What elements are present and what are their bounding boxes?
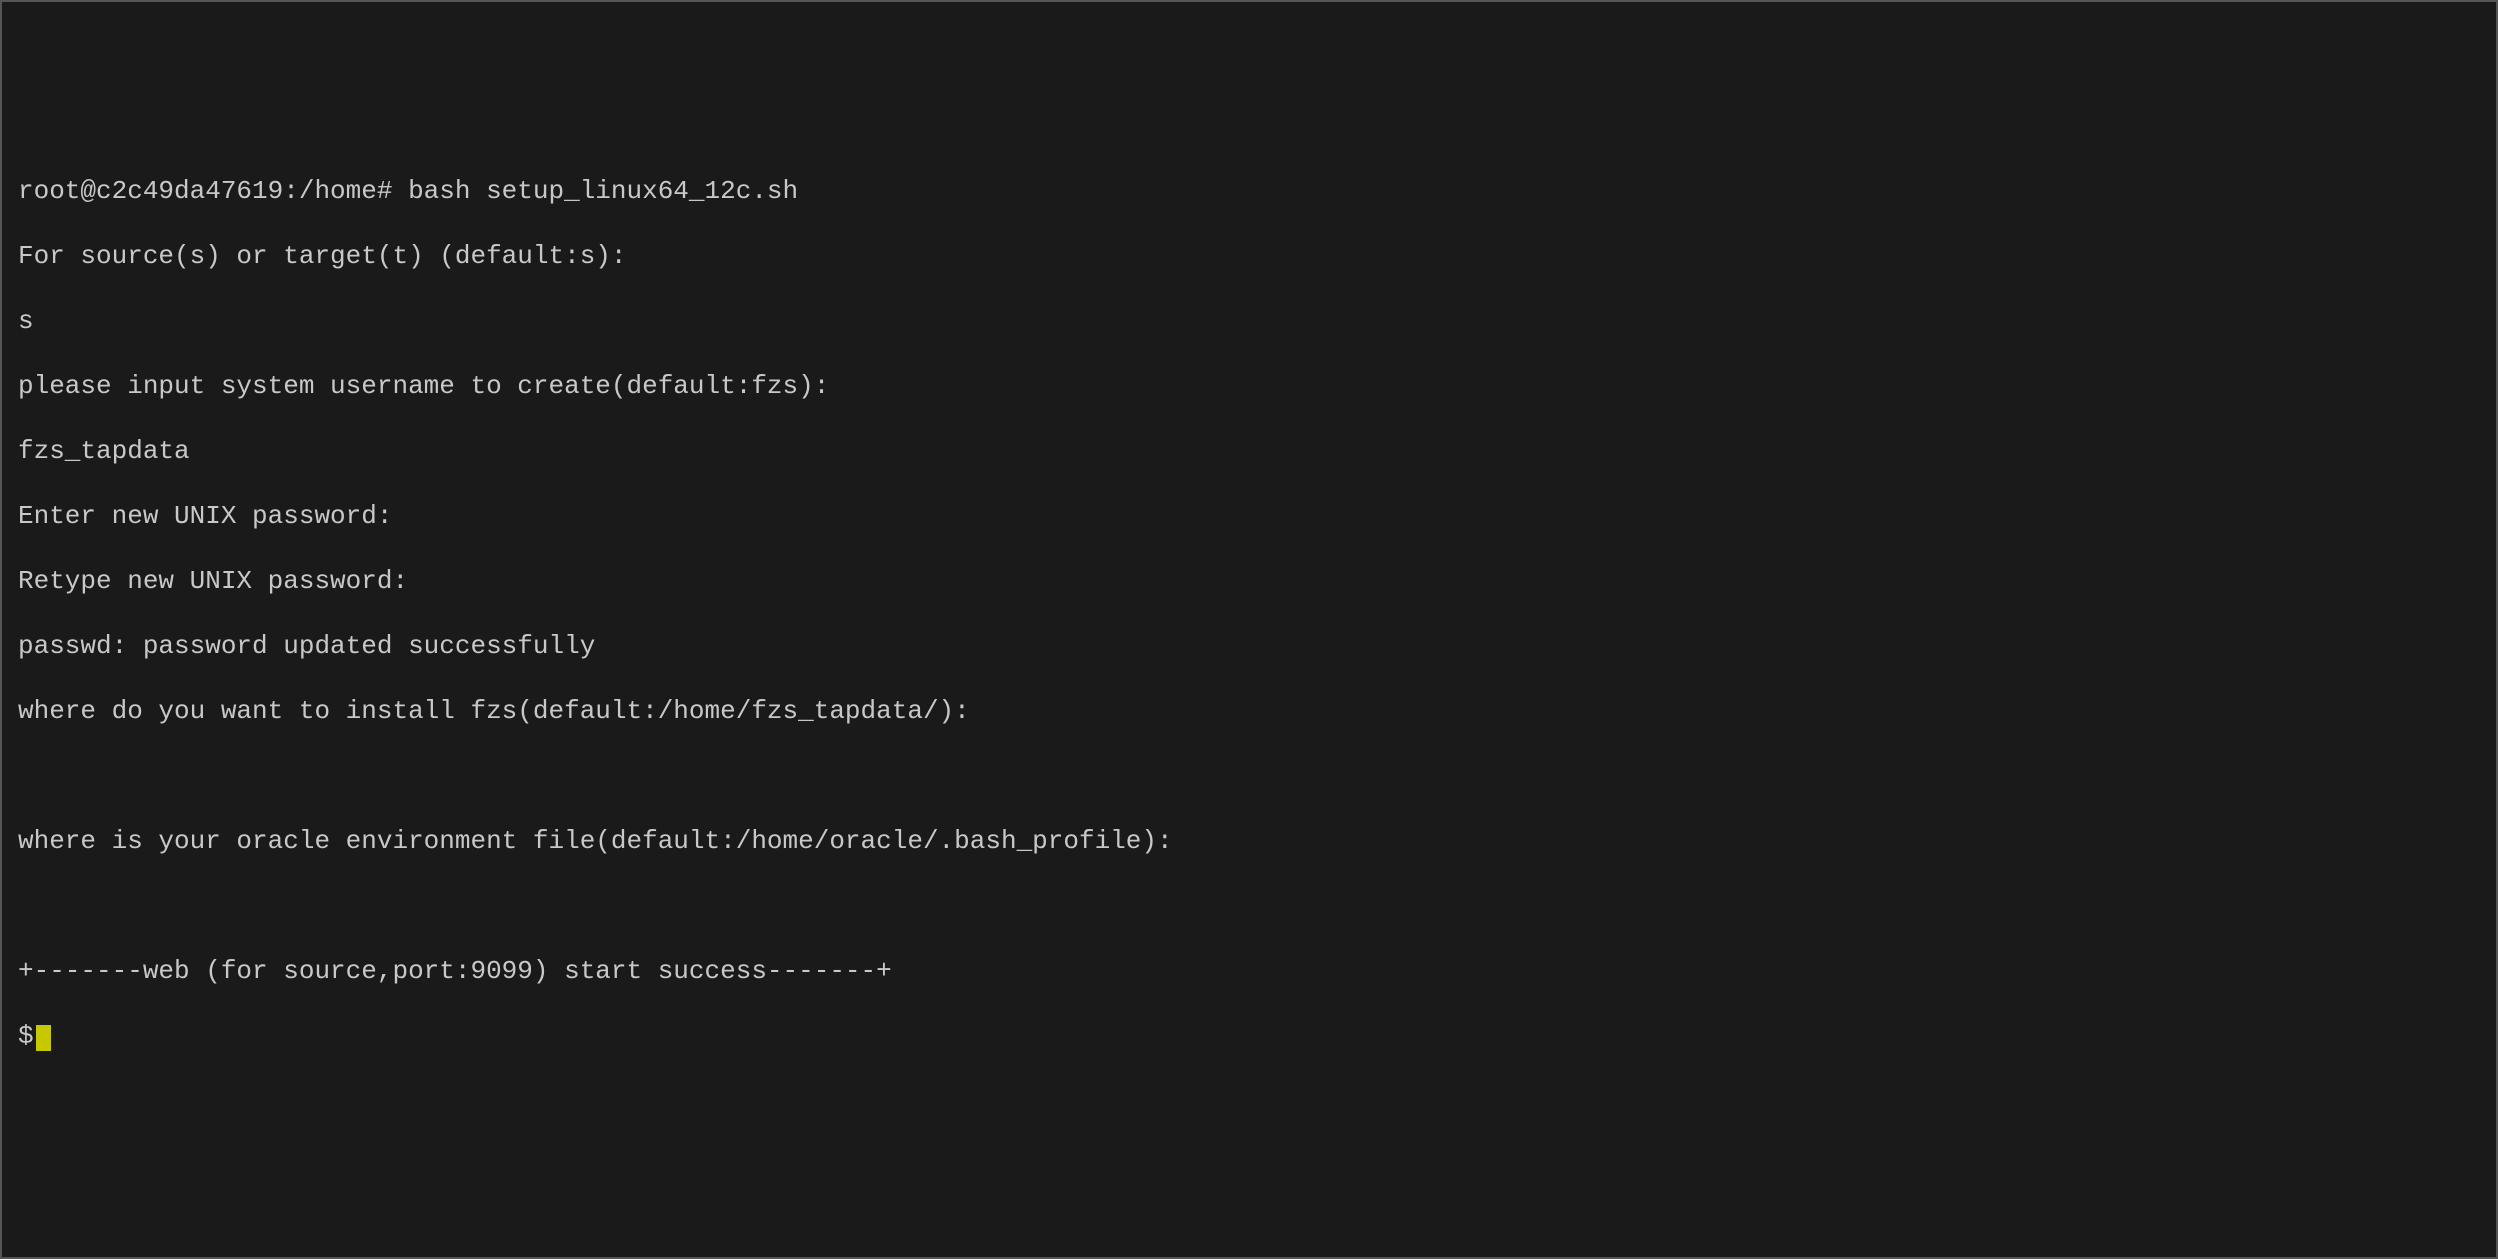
terminal-line: s bbox=[18, 305, 2480, 338]
cursor-icon bbox=[36, 1025, 52, 1051]
terminal-line bbox=[18, 760, 2480, 793]
terminal-line: root@c2c49da47619:/home# bash setup_linu… bbox=[18, 175, 2480, 208]
terminal-line: For source(s) or target(t) (default:s): bbox=[18, 240, 2480, 273]
terminal-line: Retype new UNIX password: bbox=[18, 565, 2480, 598]
terminal-line: where do you want to install fzs(default… bbox=[18, 695, 2480, 728]
terminal-line bbox=[18, 890, 2480, 923]
terminal-window[interactable]: root@c2c49da47619:/home# bash setup_linu… bbox=[4, 136, 2494, 1091]
terminal-line: fzs_tapdata bbox=[18, 435, 2480, 468]
terminal-line: +-------web (for source,port:9099) start… bbox=[18, 955, 2480, 988]
terminal-line: passwd: password updated successfully bbox=[18, 630, 2480, 663]
terminal-line: please input system username to create(d… bbox=[18, 370, 2480, 403]
terminal-prompt-line[interactable]: $ bbox=[18, 1020, 2480, 1053]
prompt-char: $ bbox=[18, 1021, 34, 1051]
terminal-line: where is your oracle environment file(de… bbox=[18, 825, 2480, 858]
terminal-line: Enter new UNIX password: bbox=[18, 500, 2480, 533]
